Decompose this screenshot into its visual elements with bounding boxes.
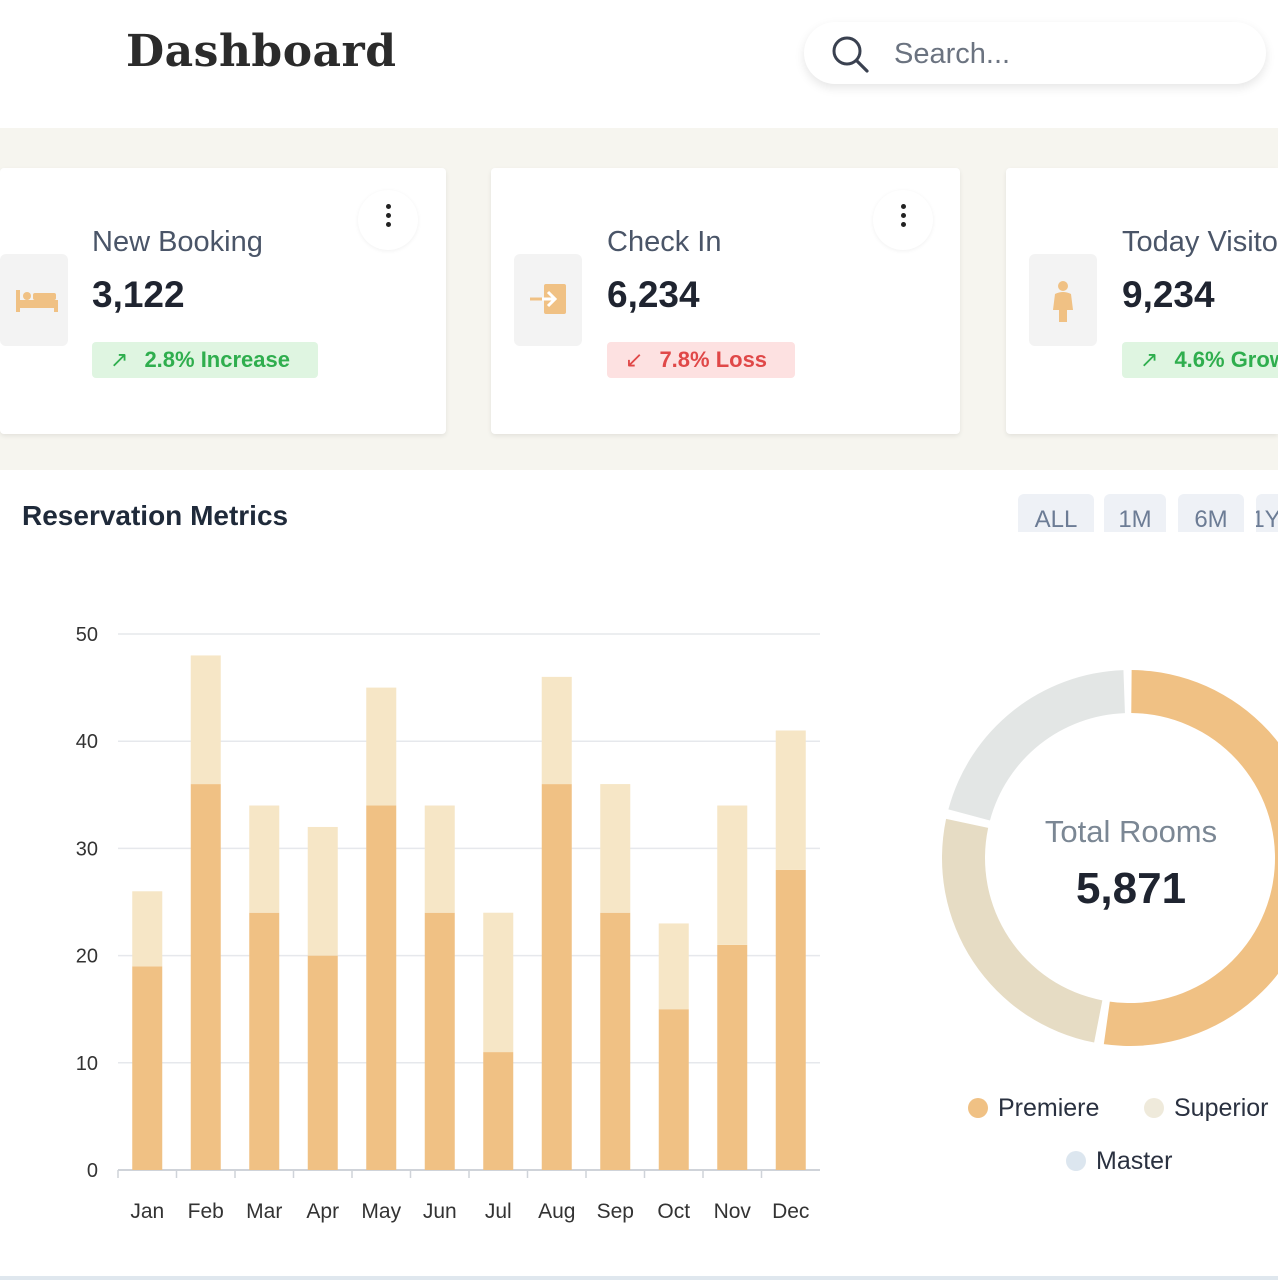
- stat-card-check-in: Check In 6,234 ↙ 7.8% Loss: [491, 168, 960, 434]
- stat-label: Today Visitors: [1122, 226, 1278, 258]
- bar: [366, 805, 397, 1170]
- bar: [717, 944, 748, 1170]
- bar: [132, 966, 163, 1170]
- x-tick-label: Aug: [538, 1200, 575, 1223]
- y-tick-label: 30: [76, 838, 98, 860]
- donut-segment-superior: [942, 818, 1103, 1043]
- legend-item-master: Master: [1066, 1147, 1172, 1176]
- sign-in-icon: [514, 254, 582, 346]
- divider: [0, 1276, 1278, 1280]
- stat-label: New Booking: [92, 226, 263, 258]
- legend-dot: [968, 1098, 988, 1118]
- x-tick-label: Jul: [485, 1200, 512, 1223]
- arrow-up-right-icon: ↗: [1140, 347, 1159, 372]
- x-tick-label: Dec: [772, 1200, 809, 1223]
- x-tick-label: Oct: [657, 1200, 690, 1223]
- bar: [366, 687, 397, 806]
- bar: [307, 955, 338, 1170]
- stat-card-new-booking: New Booking 3,122 ↗ 2.8% Increase: [0, 168, 446, 434]
- bar: [775, 730, 806, 870]
- range-tab-6m[interactable]: 6M: [1178, 494, 1244, 532]
- donut-title: Total Rooms: [1044, 814, 1218, 849]
- stat-change: 7.8% Loss: [659, 347, 768, 372]
- stat-change: 4.6% Growth: [1174, 347, 1278, 372]
- bar: [541, 676, 572, 785]
- reservation-bar-chart: 0 10 20 30 40 50 Jan Feb Mar Apr May Jun Jul Aug Sep Oc…: [76, 624, 820, 1223]
- y-tick-label: 0: [87, 1160, 98, 1182]
- arrow-up-right-icon: ↗: [110, 347, 129, 372]
- bar: [483, 912, 514, 1053]
- legend-item-superior: Superior: [1144, 1094, 1269, 1123]
- bar: [658, 1009, 689, 1170]
- y-tick-label: 10: [76, 1053, 98, 1075]
- legend-dot: [1066, 1151, 1086, 1171]
- bar: [775, 869, 806, 1170]
- donut-segment-premiere: [1103, 670, 1278, 1046]
- bar: [541, 784, 572, 1170]
- legend-dot: [1144, 1098, 1164, 1118]
- x-tick-label: Feb: [188, 1200, 224, 1223]
- bar: [600, 784, 631, 913]
- stat-change-badge: ↗ 4.6% Growth: [1122, 342, 1278, 378]
- y-tick-label: 40: [76, 731, 98, 753]
- stat-change-badge: ↗ 2.8% Increase: [92, 342, 318, 378]
- page-title: Dashboard: [126, 26, 397, 77]
- stat-value: 9,234: [1122, 274, 1215, 315]
- range-tab-1y[interactable]: 1Y: [1256, 494, 1278, 532]
- bar: [249, 805, 280, 913]
- x-tick-label: Jun: [423, 1200, 457, 1223]
- bar: [483, 1052, 514, 1170]
- search-icon[interactable]: [830, 34, 870, 74]
- y-tick-label: 50: [76, 624, 98, 646]
- legend-label: Master: [1096, 1147, 1173, 1175]
- donut-segment-master: [948, 670, 1125, 821]
- legend-label: Premiere: [998, 1094, 1100, 1122]
- y-tick-label: 20: [76, 946, 98, 968]
- x-tick-label: Nov: [714, 1200, 752, 1223]
- x-tick-label: Sep: [597, 1200, 634, 1223]
- bar: [717, 805, 748, 945]
- stat-label: Check In: [607, 226, 722, 258]
- bar: [132, 891, 163, 967]
- arrow-down-left-icon: ↙: [625, 347, 644, 372]
- x-tick-label: Mar: [246, 1200, 282, 1223]
- legend-label: Superior: [1174, 1094, 1269, 1122]
- legend-item-premiere: Premiere: [968, 1094, 1099, 1123]
- bar: [424, 912, 455, 1170]
- range-tab-1m[interactable]: 1M: [1104, 494, 1166, 532]
- x-tick-label: May: [361, 1200, 401, 1223]
- donut-value: 5,871: [1075, 864, 1187, 913]
- more-options-button[interactable]: [358, 190, 418, 250]
- x-tick-label: Apr: [306, 1200, 339, 1223]
- more-options-button[interactable]: [873, 190, 933, 250]
- bar: [190, 784, 221, 1170]
- bar: [190, 655, 221, 785]
- stat-value: 3,122: [92, 274, 185, 315]
- header: Dashboard: [0, 0, 1278, 128]
- bar: [658, 923, 689, 1010]
- bed-icon: [0, 254, 68, 346]
- stat-card-today-visitors: Today Visitors 9,234 ↗ 4.6% Growth: [1006, 168, 1278, 434]
- bar: [600, 912, 631, 1170]
- stat-change: 2.8% Increase: [144, 347, 290, 372]
- search-input[interactable]: [892, 36, 1236, 72]
- x-tick-label: Jan: [130, 1200, 164, 1223]
- bar: [307, 826, 338, 956]
- search-bar[interactable]: [804, 22, 1266, 84]
- person-icon: [1029, 254, 1097, 346]
- section-title: Reservation Metrics: [22, 500, 289, 531]
- bar: [424, 805, 455, 913]
- stat-change-badge: ↙ 7.8% Loss: [607, 342, 796, 378]
- range-tab-all[interactable]: ALL: [1018, 494, 1094, 532]
- bar: [249, 912, 280, 1170]
- stat-value: 6,234: [607, 274, 700, 315]
